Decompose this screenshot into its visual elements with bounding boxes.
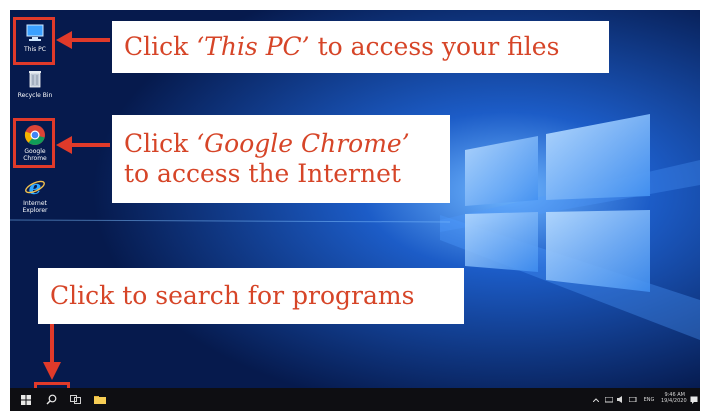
desktop-icon-internet-explorer[interactable]: e Internet Explorer xyxy=(16,176,54,214)
task-view-button[interactable] xyxy=(66,388,84,411)
callout-search: Click to search for programs xyxy=(38,268,464,324)
callout-suffix: to access your files xyxy=(309,32,560,61)
callout-emphasis: ‘This PC’ xyxy=(196,32,310,61)
callout-search-text: Click to search for programs xyxy=(50,281,415,310)
network-icon[interactable] xyxy=(604,388,613,411)
callout-chrome: Click ‘Google Chrome’ to access the Inte… xyxy=(112,115,450,203)
callout-prefix: Click xyxy=(124,32,197,61)
callout-prefix: Click xyxy=(124,129,197,158)
clock[interactable]: 9:46 AM 19/4/2020 xyxy=(661,392,687,404)
taskbar: ENG 9:46 AM 19/4/2020 xyxy=(10,388,700,411)
recycle-bin-icon xyxy=(29,71,41,88)
search-arrow xyxy=(43,322,61,380)
volume-icon[interactable] xyxy=(616,388,625,411)
internet-explorer-icon: e xyxy=(25,176,45,198)
start-button[interactable] xyxy=(16,388,36,411)
language-indicator[interactable]: ENG xyxy=(640,388,658,411)
callout-this-pc: Click ‘This PC’ to access your files xyxy=(112,21,609,73)
desktop-icon-label: Recycle Bin xyxy=(17,92,53,99)
file-explorer-button[interactable] xyxy=(90,388,110,411)
task-view-icon xyxy=(69,395,81,404)
notification-icon xyxy=(690,396,698,404)
search-icon xyxy=(46,394,56,405)
callout-line2: to access the Internet xyxy=(124,159,401,188)
this-pc-arrow xyxy=(56,31,110,49)
clock-date: 19/4/2020 xyxy=(661,398,687,404)
desktop-icon-recycle-bin[interactable]: Recycle Bin xyxy=(16,68,54,99)
chrome-highlight xyxy=(13,118,55,168)
start-icon xyxy=(21,394,31,405)
desktop-icon-label: Internet Explorer xyxy=(22,200,48,214)
battery-icon[interactable] xyxy=(628,388,637,411)
tray-chevron-icon[interactable] xyxy=(592,388,600,411)
this-pc-highlight xyxy=(13,17,55,65)
notification-button[interactable] xyxy=(688,388,700,411)
callout-emphasis: ‘Google Chrome’ xyxy=(196,129,410,158)
search-button[interactable] xyxy=(40,388,62,411)
file-explorer-icon xyxy=(94,396,106,404)
chrome-arrow xyxy=(56,136,110,154)
svg-text:e: e xyxy=(29,176,42,198)
